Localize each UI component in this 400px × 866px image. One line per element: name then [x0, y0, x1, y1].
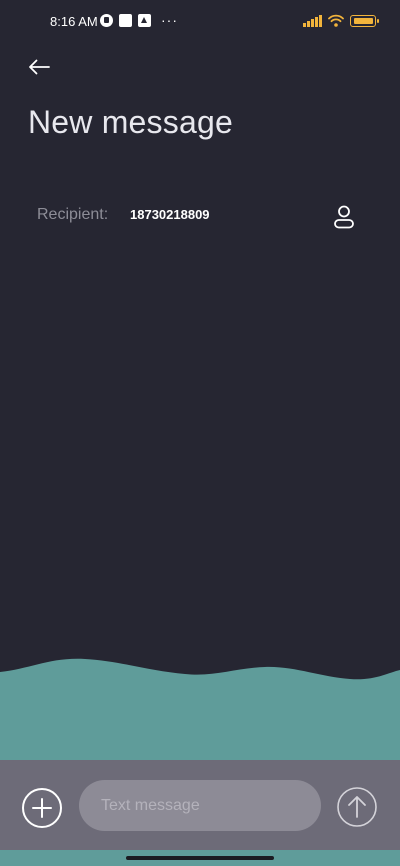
contact-picker-button[interactable] — [330, 203, 358, 231]
signal-icon — [303, 14, 322, 27]
composer-bar — [0, 760, 400, 850]
more-dots-icon: ··· — [161, 12, 178, 28]
battery-icon — [350, 14, 379, 27]
message-input[interactable] — [79, 780, 321, 831]
status-system-icons — [303, 14, 379, 27]
plus-circle-icon[interactable] — [21, 787, 63, 829]
square-notification-icon — [119, 14, 132, 27]
status-time: 8:16 AM — [50, 14, 98, 29]
status-notification-icons: ··· — [100, 12, 178, 28]
home-indicator[interactable] — [126, 856, 274, 860]
app-notification-icon — [100, 14, 113, 27]
back-button[interactable] — [22, 52, 56, 82]
upload-notification-icon — [138, 14, 151, 27]
recipient-row: Recipient: 18730218809 — [37, 203, 367, 229]
person-icon — [334, 205, 354, 229]
recipient-value[interactable]: 18730218809 — [130, 207, 210, 222]
recipient-label: Recipient: — [37, 206, 109, 223]
battery-level — [353, 17, 373, 24]
status-bar: 8:16 AM ··· — [0, 0, 400, 44]
page-title: New message — [28, 104, 233, 140]
wifi-icon — [328, 14, 344, 27]
arrow-up-circle-icon[interactable] — [336, 786, 378, 828]
arrow-left-icon — [29, 59, 50, 75]
